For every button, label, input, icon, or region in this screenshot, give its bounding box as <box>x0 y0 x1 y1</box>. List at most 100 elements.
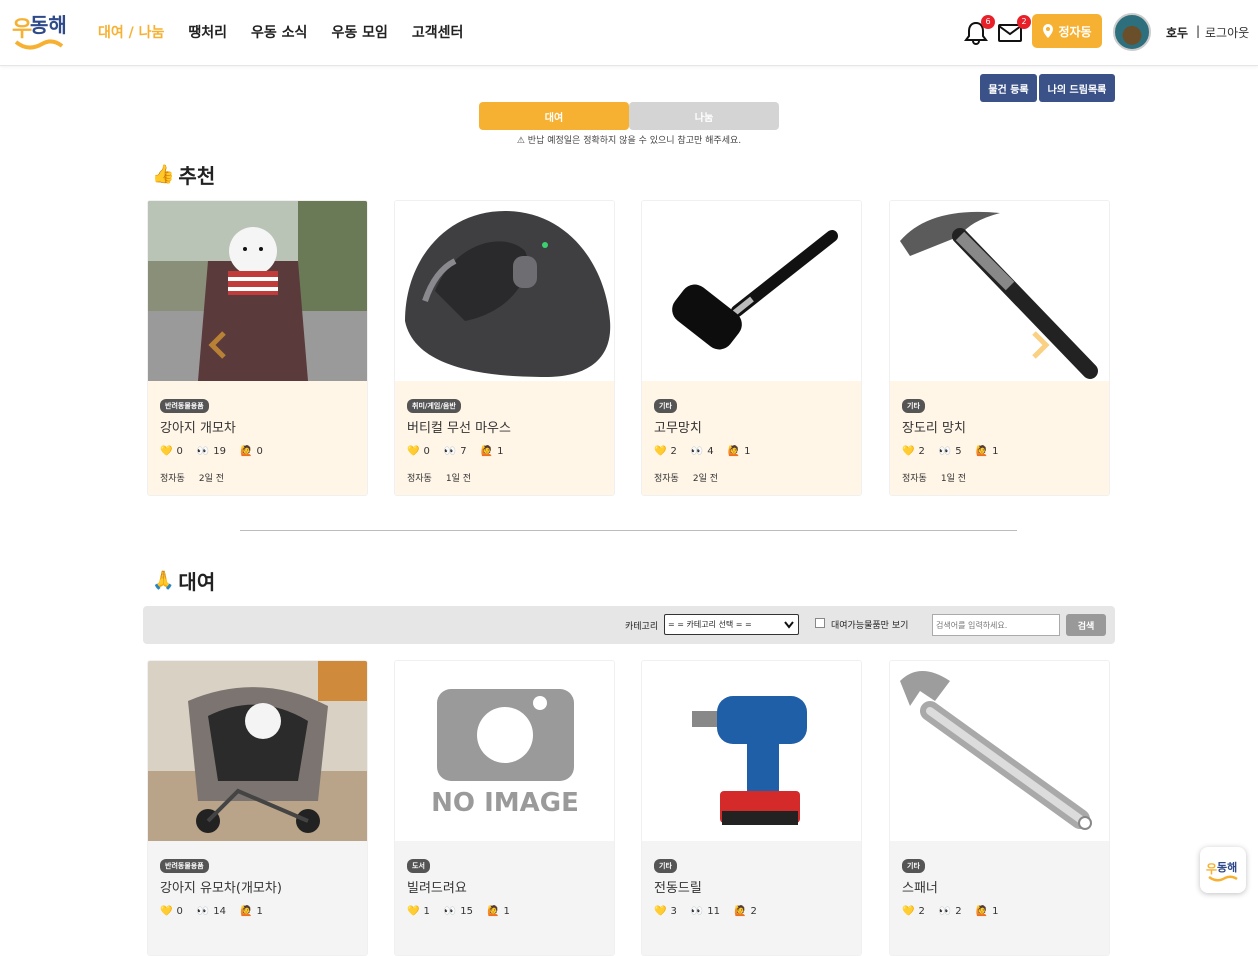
item-time: 2일 전 <box>198 474 224 484</box>
tab-rent[interactable]: 대여 <box>479 102 629 130</box>
nav-meetup[interactable]: 우동 모임 <box>331 22 387 42</box>
my-dream-list-button[interactable]: 나의 드림목록 <box>1039 74 1115 102</box>
recommend-title-text: 추천 <box>178 164 216 188</box>
raised-hand-icon: 🙋 <box>240 446 253 457</box>
eyes-icon: 👀 <box>938 906 952 917</box>
category-badge: 기타 <box>654 399 677 413</box>
nav-news[interactable]: 우동 소식 <box>251 22 307 42</box>
item-title: 강아지 개모차 <box>160 421 236 436</box>
likes-count: 1 <box>423 906 430 917</box>
item-photo <box>642 661 861 841</box>
available-only-checkbox[interactable] <box>815 618 825 628</box>
card-body: 도서 빌려드려요 💛 1 👀 15 🙋 1 <box>395 841 614 955</box>
item-time: 1일 전 <box>940 474 966 484</box>
rent-card[interactable]: 반려동물용품 강아지 유모차(개모차) 💛 0 👀 14 🙋 1 <box>147 660 368 956</box>
site-logo[interactable]: 우 동해 <box>10 10 70 54</box>
eyes-icon: 👀 <box>443 906 457 917</box>
card-body: 기타 장도리 망치 💛 2 👀 5 🙋 1 정자동 1일 전 <box>890 381 1109 495</box>
card-body: 기타 고무망치 💛 2 👀 4 🙋 1 정자동 2일 전 <box>642 381 861 495</box>
item-title: 스패너 <box>902 881 938 896</box>
location-button[interactable]: 정자동 <box>1032 14 1102 48</box>
nav-sale[interactable]: 땡처리 <box>188 22 227 42</box>
carousel-prev-icon[interactable] <box>208 331 228 359</box>
svg-text:동해: 동해 <box>1217 860 1237 874</box>
eyes-icon: 👀 <box>690 446 704 457</box>
heart-icon: 💛 <box>654 446 667 457</box>
raised-hand-icon: 🙋 <box>480 446 494 457</box>
views-stat: 👀 15 <box>444 906 473 917</box>
available-only-label: 대여가능물품만 보기 <box>831 621 909 631</box>
requests-stat: 🙋 1 <box>240 906 263 917</box>
avatar[interactable] <box>1113 13 1151 51</box>
logout-link[interactable]: 로그아웃 <box>1205 24 1249 41</box>
register-item-button[interactable]: 물건 등록 <box>980 74 1037 102</box>
category-badge: 취미/게임/음반 <box>407 399 461 413</box>
search-button[interactable]: 검색 <box>1066 614 1106 636</box>
recommend-card[interactable]: 반려동물용품 강아지 개모차 💛 0 👀 19 🙋 0 정자동 2일 전 <box>147 200 368 496</box>
floating-logo-button[interactable]: 우 동해 <box>1200 847 1246 893</box>
category-badge: 반려동물용품 <box>160 399 209 413</box>
likes-stat: 💛 3 <box>654 906 677 917</box>
rent-card[interactable]: NO IMAGE 도서 빌려드려요 💛 1 👀 15 🙋 1 <box>394 660 615 956</box>
likes-stat: 💛 0 <box>160 906 183 917</box>
carousel-next-icon[interactable] <box>1030 331 1050 359</box>
heart-icon: 💛 <box>902 446 915 457</box>
recommend-card[interactable]: 취미/게임/음반 버티컬 무선 마우스 💛 0 👀 7 🙋 1 정자동 1일 전 <box>394 200 615 496</box>
category-badge: 기타 <box>902 399 925 413</box>
card-body: 기타 스패너 💛 2 👀 2 🙋 1 <box>890 841 1109 955</box>
raised-hand-icon: 🙋 <box>487 906 500 917</box>
category-select[interactable]: = = 카테고리 선택 = = <box>664 614 799 635</box>
item-title: 전동드릴 <box>654 881 702 896</box>
item-meta: 정자동 2일 전 <box>160 471 355 484</box>
recommend-card[interactable]: 기타 장도리 망치 💛 2 👀 5 🙋 1 정자동 1일 전 <box>889 200 1110 496</box>
requests-stat: 🙋 1 <box>481 446 504 457</box>
item-location: 정자동 <box>902 474 927 484</box>
requests-count: 0 <box>256 446 263 457</box>
requests-count: 1 <box>503 906 510 917</box>
likes-stat: 💛 2 <box>902 906 925 917</box>
recommend-card[interactable]: 기타 고무망치 💛 2 👀 4 🙋 1 정자동 2일 전 <box>641 200 862 496</box>
eyes-icon: 👀 <box>196 446 210 457</box>
chevron-down-icon <box>784 621 794 629</box>
thumbs-up-icon: 👍 <box>152 164 175 185</box>
views-count: 14 <box>213 906 227 917</box>
item-title: 고무망치 <box>654 421 702 436</box>
requests-stat: 🙋 0 <box>240 446 263 457</box>
item-photo <box>148 201 367 381</box>
item-title: 장도리 망치 <box>902 421 966 436</box>
notification-bell-icon[interactable]: 6 <box>963 15 995 46</box>
item-time: 2일 전 <box>692 474 718 484</box>
card-body: 취미/게임/음반 버티컬 무선 마우스 💛 0 👀 7 🙋 1 정자동 1일 전 <box>395 381 614 495</box>
notification-count-badge: 6 <box>981 15 995 29</box>
rent-card[interactable]: 기타 스패너 💛 2 👀 2 🙋 1 <box>889 660 1110 956</box>
tab-share[interactable]: 나눔 <box>629 102 779 130</box>
likes-count: 3 <box>670 906 677 917</box>
views-stat: 👀 7 <box>444 446 467 457</box>
mail-icon[interactable]: 2 <box>997 15 1031 46</box>
category-badge: 반려동물용품 <box>160 859 209 873</box>
item-meta: 정자동 1일 전 <box>902 471 1097 484</box>
likes-stat: 💛 0 <box>407 446 430 457</box>
views-stat: 👀 19 <box>197 446 226 457</box>
rent-title-text: 대여 <box>178 570 216 594</box>
item-time: 1일 전 <box>445 474 471 484</box>
likes-stat: 💛 1 <box>407 906 430 917</box>
raised-hand-icon: 🙋 <box>975 446 989 457</box>
views-count: 5 <box>955 446 962 457</box>
views-count: 7 <box>460 446 467 457</box>
item-location: 정자동 <box>407 474 432 484</box>
item-stats: 💛 3 👀 11 🙋 2 <box>654 906 849 917</box>
eyes-icon: 👀 <box>196 906 210 917</box>
nav-support[interactable]: 고객센터 <box>412 22 464 42</box>
requests-stat: 🙋 1 <box>487 906 510 917</box>
eyes-icon: 👀 <box>690 906 704 917</box>
item-title: 버티컬 무선 마우스 <box>407 421 511 436</box>
requests-count: 1 <box>744 446 751 457</box>
rent-card[interactable]: 기타 전동드릴 💛 3 👀 11 🙋 2 <box>641 660 862 956</box>
search-input[interactable]: 검색어를 입력하세요. <box>932 614 1060 636</box>
item-photo: NO IMAGE <box>395 661 614 841</box>
item-meta: 정자동 1일 전 <box>407 471 602 484</box>
item-stats: 💛 2 👀 2 🙋 1 <box>902 906 1097 917</box>
section-divider <box>240 530 1017 531</box>
nav-rent-share[interactable]: 대여 / 나눔 <box>98 22 164 42</box>
